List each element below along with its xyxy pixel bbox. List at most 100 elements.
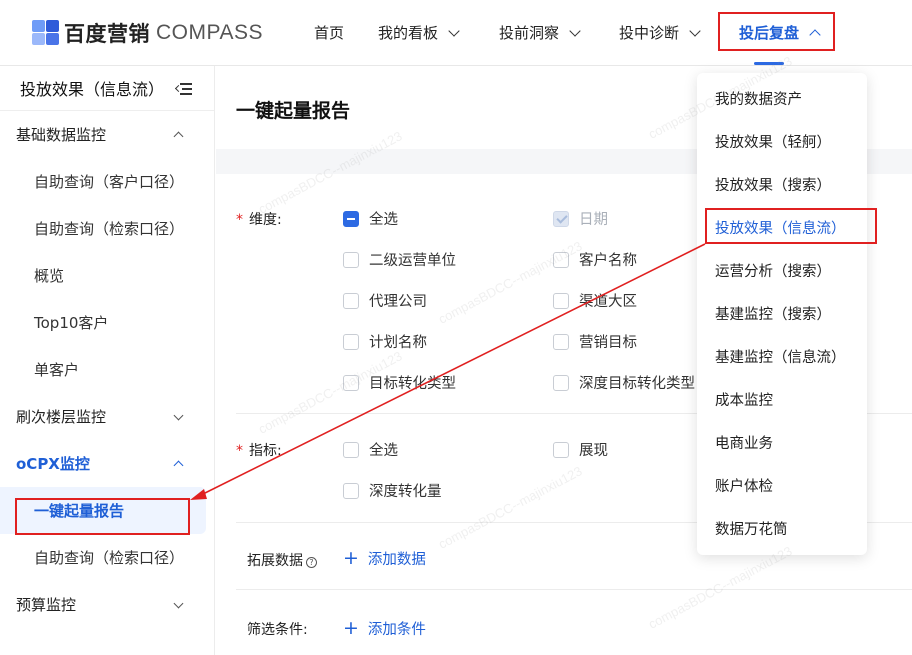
checkbox-label: 目标转化类型 [369, 376, 456, 392]
checkbox[interactable] [553, 333, 569, 350]
checkbox[interactable] [343, 251, 359, 268]
sidebar-group-label: 预算监控 [16, 596, 77, 614]
chevron-down-icon [173, 410, 184, 421]
dropdown-item-my-data-assets[interactable]: 我的数据资产 [697, 77, 867, 120]
chevron-up-icon [173, 131, 184, 142]
nav-home-label: 首页 [314, 24, 345, 42]
add-data-label: 添加数据 [367, 552, 426, 568]
checkbox-indeterminate[interactable] [343, 210, 359, 227]
checkbox-label: 深度目标转化类型 [579, 376, 695, 392]
checkbox-label: 展现 [579, 443, 608, 459]
sidebar-group-label: 基础数据监控 [16, 126, 107, 144]
dropdown-item-data-kaleidoscope[interactable]: 数据万花筒 [697, 507, 867, 550]
dim-select-all[interactable]: 全选 [343, 208, 398, 229]
nav-active-indicator [754, 62, 784, 65]
dropdown-item-ops-analysis-search[interactable]: 运营分析（搜索） [697, 249, 867, 292]
nav-in-diagnosis[interactable]: 投中诊断 [619, 22, 701, 43]
dim-agency[interactable]: 代理公司 [343, 290, 427, 311]
dropdown-item-cost-monitor[interactable]: 成本监控 [697, 378, 867, 421]
sidebar-group-label: 刷次楼层监控 [16, 408, 107, 426]
checkbox-label: 计划名称 [369, 335, 427, 351]
highlight-box-dropdown [705, 208, 877, 244]
checkbox[interactable] [343, 441, 359, 458]
help-icon[interactable]: ? [306, 557, 317, 568]
dropdown-item-ecommerce[interactable]: 电商业务 [697, 421, 867, 464]
nav-pre-insight-label: 投前洞察 [499, 24, 560, 42]
plus-icon: + [343, 617, 359, 639]
checkbox-label: 日期 [579, 212, 608, 228]
checkbox[interactable] [343, 292, 359, 309]
checkbox-label: 客户名称 [579, 253, 637, 269]
dropdown-item-effect-qingge[interactable]: 投放效果（轻舸） [697, 120, 867, 163]
dim-date: 日期 [553, 208, 608, 229]
checkbox-label: 代理公司 [369, 294, 427, 310]
checkbox[interactable] [343, 333, 359, 350]
checkbox[interactable] [343, 482, 359, 499]
sidebar-group-label: oCPX监控 [16, 455, 90, 473]
metric-label-text: 指标: [249, 443, 282, 459]
chevron-down-icon [173, 598, 184, 609]
logo-text-en: COMPASS [156, 21, 263, 44]
compass-logo[interactable]: 百度营销 COMPASS [32, 18, 263, 48]
nav-in-diagnosis-label: 投中诊断 [619, 24, 680, 42]
nav-home[interactable]: 首页 [314, 22, 344, 43]
checkbox[interactable] [553, 251, 569, 268]
checkbox-label: 深度转化量 [369, 484, 442, 500]
collapse-menu-icon[interactable] [174, 83, 192, 95]
add-filter-label: 添加条件 [367, 622, 426, 638]
post-review-dropdown: 我的数据资产 投放效果（轻舸） 投放效果（搜索） 投放效果（信息流） 运营分析（… [697, 73, 867, 555]
sidebar-item-self-retrieval-2[interactable]: 自助查询（检索口径） [0, 534, 214, 581]
filter-label: 筛选条件: [247, 622, 308, 638]
checkbox-label: 营销目标 [579, 335, 637, 351]
dimension-label-text: 维度: [249, 212, 282, 228]
metric-label: * 指标: [236, 443, 282, 459]
plus-icon: + [343, 547, 359, 569]
checkbox[interactable] [553, 292, 569, 309]
sidebar-item-overview[interactable]: 概览 [0, 252, 214, 299]
checkbox-label: 二级运营单位 [369, 253, 456, 269]
sidebar-group-ocpx[interactable]: oCPX监控 [0, 440, 214, 487]
add-data-button[interactable]: + 添加数据 [343, 548, 426, 569]
dropdown-item-infra-feed[interactable]: 基建监控（信息流） [697, 335, 867, 378]
nav-pre-insight[interactable]: 投前洞察 [499, 22, 581, 43]
metric-select-all[interactable]: 全选 [343, 439, 398, 460]
logo-text-cn: 百度营销 [64, 22, 150, 46]
add-filter-button[interactable]: + 添加条件 [343, 618, 426, 639]
dim-plan-name[interactable]: 计划名称 [343, 331, 427, 352]
sidebar-item-self-retrieval[interactable]: 自助查询（检索口径） [0, 205, 214, 252]
sidebar-group-floor[interactable]: 刷次楼层监控 [0, 393, 214, 440]
dropdown-item-effect-search[interactable]: 投放效果（搜索） [697, 163, 867, 206]
highlight-box-sidebar [15, 498, 190, 535]
dropdown-item-infra-search[interactable]: 基建监控（搜索） [697, 292, 867, 335]
extend-data-label-text: 拓展数据 [247, 553, 303, 569]
sidebar-group-budget[interactable]: 预算监控 [0, 581, 214, 628]
dim-channel-region[interactable]: 渠道大区 [553, 290, 637, 311]
sidebar-item-top10[interactable]: Top10客户 [0, 299, 214, 346]
chevron-up-icon [173, 460, 184, 471]
sidebar-item-self-customer[interactable]: 自助查询（客户口径） [0, 158, 214, 205]
dim-customer-name[interactable]: 客户名称 [553, 249, 637, 270]
dim-target-conv[interactable]: 目标转化类型 [343, 372, 456, 393]
sidebar-group-basic[interactable]: 基础数据监控 [0, 111, 214, 158]
sidebar-header: 投放效果（信息流） [0, 66, 214, 111]
sidebar-title: 投放效果（信息流） [20, 80, 165, 99]
dim-l2-unit[interactable]: 二级运营单位 [343, 249, 456, 270]
metric-impression[interactable]: 展现 [553, 439, 608, 460]
checkbox-label: 渠道大区 [579, 294, 637, 310]
dim-marketing-goal[interactable]: 营销目标 [553, 331, 637, 352]
checkbox-checked-disabled [553, 210, 569, 227]
logo-icon [32, 20, 60, 46]
chevron-down-icon [689, 24, 701, 37]
divider [236, 589, 912, 590]
checkbox[interactable] [343, 374, 359, 391]
nav-dashboard-label: 我的看板 [378, 24, 439, 42]
dropdown-item-account-check[interactable]: 账户体检 [697, 464, 867, 507]
checkbox[interactable] [553, 374, 569, 391]
checkbox-label: 全选 [369, 443, 398, 459]
checkbox[interactable] [553, 441, 569, 458]
metric-deep-conv[interactable]: 深度转化量 [343, 480, 442, 501]
page-title: 一键起量报告 [236, 100, 351, 122]
sidebar-item-single-customer[interactable]: 单客户 [0, 346, 214, 393]
dim-deep-target-conv[interactable]: 深度目标转化类型 [553, 372, 695, 393]
nav-dashboard[interactable]: 我的看板 [378, 22, 460, 43]
